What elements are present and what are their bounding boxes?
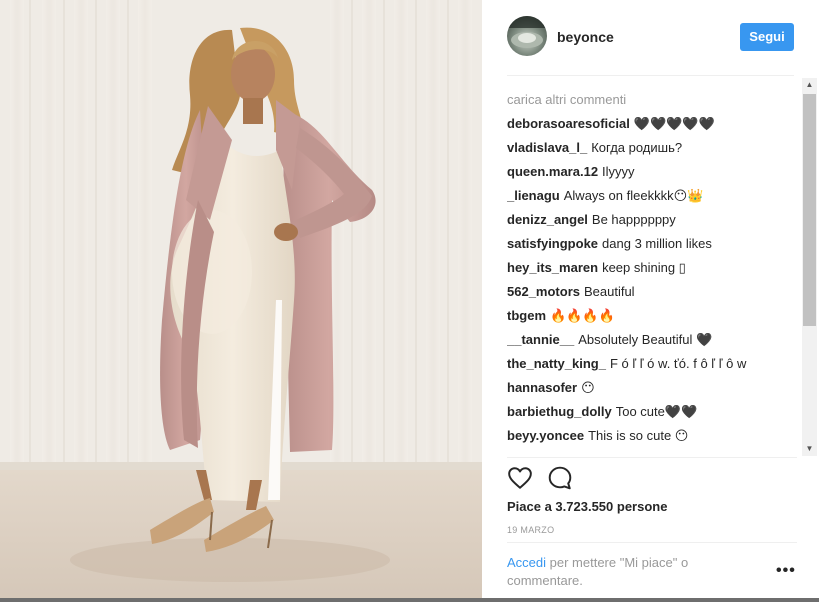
post-sidebar: beyonce Segui carica altri commenti debo… bbox=[482, 0, 819, 602]
comment-username[interactable]: deborasoaresoficial bbox=[507, 116, 630, 131]
comment-username[interactable]: _lienagu bbox=[507, 188, 560, 203]
comment-username[interactable]: the_natty_king_ bbox=[507, 356, 606, 371]
login-prompt: Accedi per mettere "Mi piace" o commenta… bbox=[507, 554, 737, 590]
divider bbox=[507, 457, 797, 458]
comment-text: Когда родишь? bbox=[591, 140, 683, 155]
scroll-up-arrow-icon[interactable]: ▲ bbox=[802, 78, 817, 92]
comment-username[interactable]: hannasofer bbox=[507, 380, 577, 395]
photo-illustration bbox=[0, 0, 482, 602]
comment-text: Too cute🖤🖤 bbox=[615, 404, 698, 419]
heart-icon-glyph bbox=[508, 467, 532, 489]
comment-username[interactable]: queen.mara.12 bbox=[507, 164, 598, 179]
comment-item: denizz_angel Be happppppy bbox=[507, 208, 797, 232]
comment-item: the_natty_king_ F ó ľ ľ ó w. ťó. f ô ľ ľ … bbox=[507, 352, 797, 376]
comment-text: dang 3 million likes bbox=[602, 236, 712, 251]
comments-list: carica altri commenti deborasoaresoficia… bbox=[507, 84, 797, 456]
comment-item: vladislava_l_ Когда родишь? bbox=[507, 136, 797, 160]
comment-username[interactable]: vladislava_l_ bbox=[507, 140, 587, 155]
comment-item: barbiethug_dolly Too cute🖤🖤 bbox=[507, 400, 797, 424]
comment-username[interactable]: beyy.yoncee bbox=[507, 428, 584, 443]
comment-username[interactable]: __tannie__ bbox=[507, 332, 574, 347]
avatar[interactable] bbox=[507, 16, 547, 56]
comment-icon[interactable] bbox=[547, 465, 573, 491]
post-date: 19 MARZO bbox=[507, 525, 555, 535]
comment-username[interactable]: 562_motors bbox=[507, 284, 580, 299]
heart-icon[interactable] bbox=[507, 465, 533, 491]
comment-username[interactable]: barbiethug_dolly bbox=[507, 404, 612, 419]
login-link[interactable]: Accedi bbox=[507, 555, 546, 570]
comment-item: 562_motors Beautiful bbox=[507, 280, 797, 304]
comment-username[interactable]: hey_its_maren bbox=[507, 260, 598, 275]
comment-username[interactable]: tbgem bbox=[507, 308, 546, 323]
avatar-image bbox=[507, 16, 547, 48]
comment-text: 🔥🔥🔥🔥 bbox=[550, 308, 615, 323]
comment-text: Absolutely Beautiful 🖤 bbox=[578, 332, 713, 347]
comment-item: hannasofer 😶 bbox=[507, 376, 797, 400]
scroll-thumb[interactable] bbox=[803, 94, 816, 326]
comment-icon-glyph bbox=[548, 466, 572, 490]
load-more-comments-link[interactable]: carica altri commenti bbox=[507, 88, 797, 112]
comment-item: _lienagu Always on fleekkkk😶👑 bbox=[507, 184, 797, 208]
scroll-down-arrow-icon[interactable]: ▼ bbox=[802, 442, 817, 456]
comment-item: deborasoaresoficial 🖤🖤🖤🖤🖤 bbox=[507, 112, 797, 136]
comment-item: tbgem 🔥🔥🔥🔥 bbox=[507, 304, 797, 328]
comment-item: queen.mara.12 Ilyyyy bbox=[507, 160, 797, 184]
more-options-button[interactable]: ••• bbox=[776, 562, 796, 580]
comment-text: This is so cute 😶 bbox=[588, 428, 689, 443]
comment-text: F ó ľ ľ ó w. ťó. f ô ľ ľ ô w bbox=[609, 356, 747, 371]
username[interactable]: beyonce bbox=[557, 29, 614, 45]
comment-item: satisfyingpoke dang 3 million likes bbox=[507, 232, 797, 256]
comments-scrollbar[interactable]: ▲ ▼ bbox=[802, 78, 817, 456]
comment-text: Ilyyyy bbox=[602, 164, 635, 179]
comment-text: 😶 bbox=[581, 380, 595, 395]
post-photo[interactable] bbox=[0, 0, 482, 602]
window-frame-bottom bbox=[0, 598, 819, 602]
comment-item: __tannie__ Absolutely Beautiful 🖤 bbox=[507, 328, 797, 352]
comment-item: hey_its_maren keep shining ▯ bbox=[507, 256, 797, 280]
comment-username[interactable]: denizz_angel bbox=[507, 212, 588, 227]
comment-username[interactable]: satisfyingpoke bbox=[507, 236, 598, 251]
divider bbox=[507, 542, 797, 543]
comment-text: 🖤🖤🖤🖤🖤 bbox=[633, 116, 715, 131]
divider bbox=[507, 75, 794, 76]
comment-text: Always on fleekkkk😶👑 bbox=[563, 188, 704, 203]
likes-count[interactable]: Piace a 3.723.550 persone bbox=[507, 499, 667, 514]
follow-button[interactable]: Segui bbox=[740, 23, 794, 51]
comment-text: Be happppppy bbox=[591, 212, 676, 227]
comment-text: Beautiful bbox=[583, 284, 635, 299]
comment-text: keep shining ▯ bbox=[602, 260, 686, 275]
post-header: beyonce Segui bbox=[482, 0, 819, 76]
comment-item: beyy.yoncee This is so cute 😶 bbox=[507, 424, 797, 448]
